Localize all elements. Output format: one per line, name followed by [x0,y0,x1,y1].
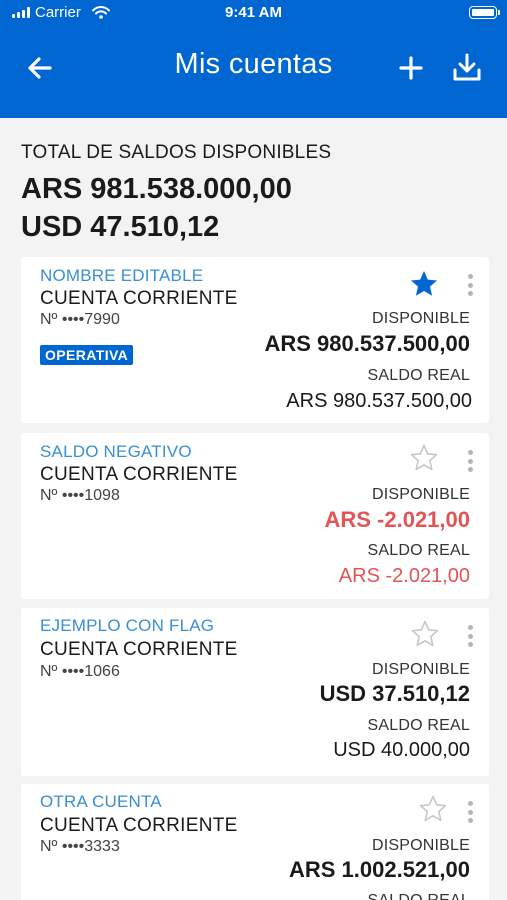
app-header: Carrier 9:41 AM Mis cuentas [0,0,507,118]
summary-amount-usd: USD 47.510,12 [21,211,220,243]
status-time: 9:41 AM [225,4,282,21]
account-type: CUENTA CORRIENTE [40,815,238,836]
status-badge: OPERATIVA [40,345,134,365]
real-balance-amount: ARS 980.537.500,00 [286,390,472,412]
account-alias: EJEMPLO CON FLAG [40,616,215,635]
more-options-icon[interactable] [463,448,477,474]
account-card[interactable]: OTRA CUENTA CUENTA CORRIENTE Nº ••••3333… [21,784,489,900]
account-type: CUENTA CORRIENTE [40,639,238,660]
summary-amount-ars: ARS 981.538.000,00 [21,173,292,205]
available-label: DISPONIBLE [371,661,470,678]
account-card[interactable]: NOMBRE EDITABLE CUENTA CORRIENTE Nº ••••… [21,257,489,423]
available-label: DISPONIBLE [371,486,470,503]
available-amount: ARS 1.002.521,00 [288,857,470,882]
account-number: Nº ••••1066 [40,663,120,680]
balance-summary: TOTAL DE SALDOS DISPONIBLES ARS 981.538.… [21,142,491,246]
plus-icon[interactable] [393,50,429,86]
star-outline-icon[interactable] [409,443,439,473]
account-number: Nº ••••7990 [40,311,120,328]
account-type: CUENTA CORRIENTE [40,288,238,309]
more-options-icon[interactable] [463,799,477,825]
battery-icon [469,6,500,19]
account-card[interactable]: SALDO NEGATIVO CUENTA CORRIENTE Nº ••••1… [21,433,489,599]
available-amount: USD 37.510,12 [319,681,470,706]
status-bar: Carrier 9:41 AM [0,0,507,26]
available-label: DISPONIBLE [371,837,470,854]
account-card[interactable]: EJEMPLO CON FLAG CUENTA CORRIENTE Nº •••… [21,608,489,776]
more-options-icon[interactable] [463,623,477,649]
real-balance-amount: ARS -2.021,00 [338,565,470,587]
download-icon[interactable] [448,48,486,86]
star-outline-icon[interactable] [418,794,448,824]
account-number: Nº ••••3333 [40,838,120,855]
account-alias: NOMBRE EDITABLE [40,266,204,285]
real-balance-amount: USD 40.000,00 [333,739,470,761]
real-balance-label: SALDO REAL [367,717,470,734]
real-balance-label: SALDO REAL [367,367,470,384]
available-amount: ARS -2.021,00 [324,507,470,532]
account-alias: SALDO NEGATIVO [40,442,192,461]
account-number: Nº ••••1098 [40,487,120,504]
page-title: Mis cuentas [174,48,333,80]
available-label: DISPONIBLE [371,310,470,327]
real-balance-label: SALDO REAL [368,892,470,900]
more-options-icon[interactable] [463,272,477,298]
available-amount: ARS 980.537.500,00 [264,331,471,356]
star-outline-icon[interactable] [410,619,440,649]
account-alias: OTRA CUENTA [40,792,162,811]
summary-label: TOTAL DE SALDOS DISPONIBLES [21,142,332,163]
real-balance-label: SALDO REAL [367,542,470,559]
star-filled-icon[interactable] [409,269,439,299]
account-type: CUENTA CORRIENTE [40,464,238,485]
